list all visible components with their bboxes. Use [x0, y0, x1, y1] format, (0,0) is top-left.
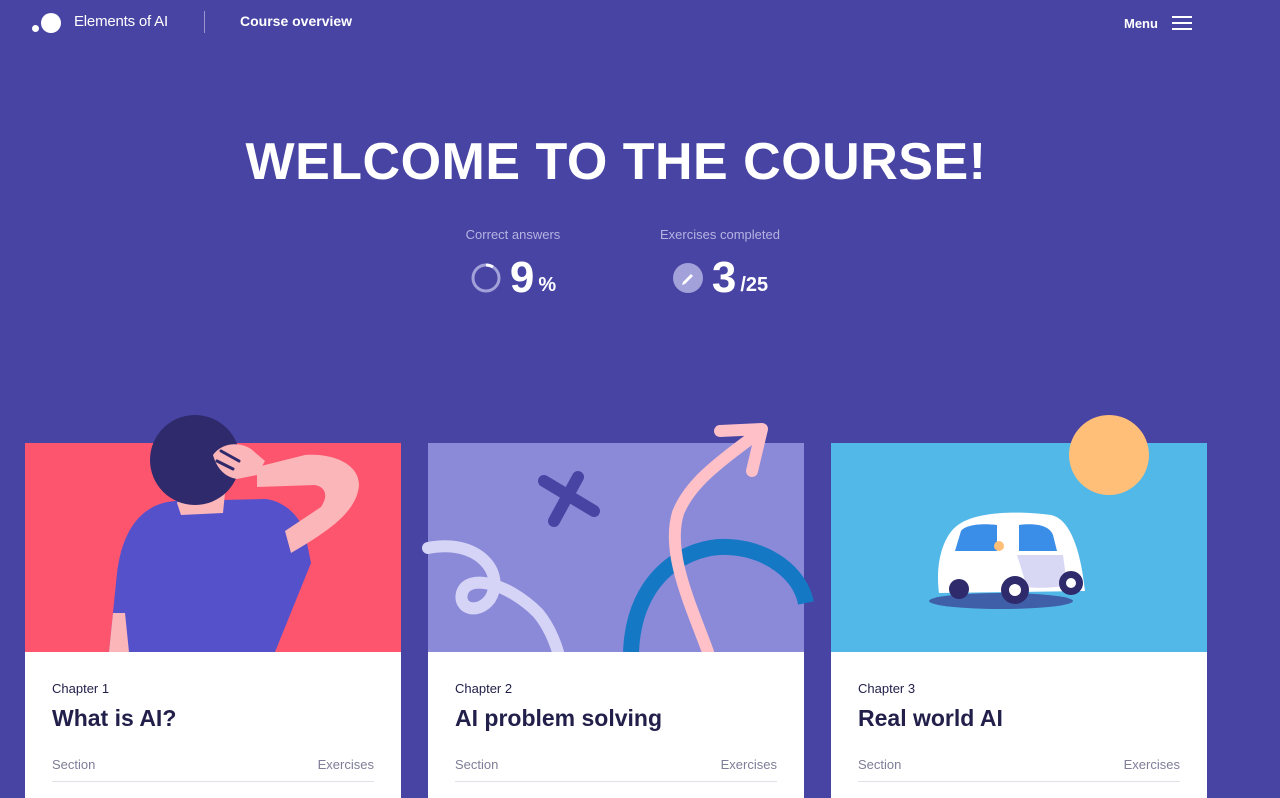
chapter-card-body: Chapter 3 Real world AI Section Exercise… [831, 652, 1207, 798]
chapter-card-body: Chapter 1 What is AI? Section Exercises [25, 652, 401, 798]
section-column-header: Section [52, 757, 96, 772]
top-navigation: Elements of AI Course overview Menu [0, 0, 1280, 46]
correct-answers-value: 9 [509, 253, 535, 302]
chapter-number: Chapter 2 [455, 681, 513, 696]
exercises-column-header: Exercises [317, 757, 374, 772]
progress-ring-icon [471, 263, 501, 293]
chapter-title[interactable]: Real world AI [858, 703, 1180, 733]
chapter-table-header: Section Exercises [858, 757, 1180, 782]
chapter-table-header: Section Exercises [455, 757, 777, 782]
header-divider [204, 11, 205, 33]
exercises-completed-row: 3 /25 [640, 256, 800, 300]
correct-answers-unit: % [538, 273, 557, 296]
brand-link[interactable]: Elements of AI [74, 13, 168, 30]
chapter-title[interactable]: AI problem solving [455, 703, 777, 733]
chapter-card-body: Chapter 2 AI problem solving Section Exe… [428, 652, 804, 798]
chapter-title[interactable]: What is AI? [52, 703, 374, 733]
exercises-total: /25 [740, 273, 769, 296]
section-column-header: Section [858, 757, 902, 772]
correct-answers-row: 9 % [433, 256, 593, 300]
exercises-column-header: Exercises [720, 757, 777, 772]
menu-label: Menu [1124, 15, 1158, 31]
course-overview-link[interactable]: Course overview [240, 13, 352, 29]
exercises-completed-label: Exercises completed [660, 227, 780, 242]
chapter-2-illustration [422, 423, 814, 658]
elements-of-ai-logo[interactable] [32, 12, 62, 34]
chapter-card-1[interactable]: Chapter 1 What is AI? Section Exercises [25, 415, 401, 798]
exercises-column-header: Exercises [1123, 757, 1180, 772]
correct-answers-stat: Correct answers 9 % [433, 226, 593, 300]
correct-answers-label: Correct answers [465, 227, 561, 242]
exercises-completed-stat: Exercises completed 3 /25 [640, 226, 800, 300]
chapter-number: Chapter 1 [52, 681, 110, 696]
page-title: WELCOME TO THE COURSE! [245, 133, 987, 191]
chapter-card-3[interactable]: Chapter 3 Real world AI Section Exercise… [831, 415, 1207, 798]
chapter-1-illustration [25, 415, 401, 652]
chapter-number: Chapter 3 [858, 681, 916, 696]
menu-button[interactable]: Menu [1124, 12, 1192, 34]
chapter-3-illustration [831, 415, 1207, 652]
exercises-completed-value: 3 [711, 253, 737, 302]
section-column-header: Section [455, 757, 499, 772]
chapter-card-2[interactable]: Chapter 2 AI problem solving Section Exe… [422, 423, 814, 798]
chapter-table-header: Section Exercises [52, 757, 374, 782]
hamburger-icon [1171, 16, 1192, 30]
pencil-icon [672, 263, 703, 293]
